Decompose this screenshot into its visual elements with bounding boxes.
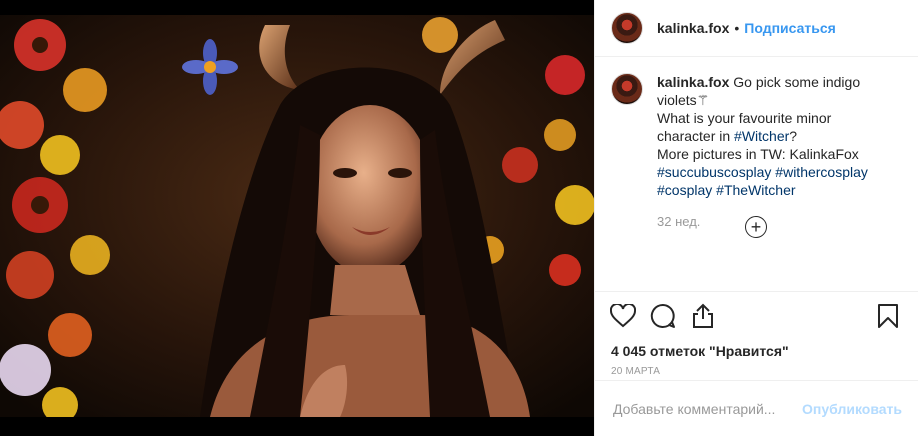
post-header: kalinka.fox • Подписаться bbox=[595, 0, 918, 57]
post-dialog: kalinka.fox • Подписаться kalinka.fox Go… bbox=[0, 0, 918, 436]
hashtag[interactable]: #TheWitcher bbox=[716, 182, 795, 198]
photo-illustration bbox=[0, 15, 594, 417]
heart-icon[interactable] bbox=[609, 302, 637, 330]
hashtag[interactable]: #cosplay bbox=[657, 182, 712, 198]
caption-line3: More pictures in TW: KalinkaFox bbox=[657, 146, 859, 162]
action-bar bbox=[595, 292, 918, 340]
comment-bar: Опубликовать bbox=[595, 380, 918, 436]
publish-button[interactable]: Опубликовать bbox=[802, 401, 902, 417]
bookmark-icon[interactable] bbox=[874, 302, 902, 330]
post-media bbox=[0, 0, 594, 436]
plus-circle-icon[interactable]: + bbox=[745, 216, 767, 238]
hashtag-witcher[interactable]: #Witcher bbox=[734, 128, 789, 144]
caption-line2-suffix: ? bbox=[789, 128, 798, 144]
avatar[interactable] bbox=[611, 12, 643, 44]
comment-icon[interactable] bbox=[649, 302, 677, 330]
header-separator: • bbox=[734, 20, 740, 36]
share-icon[interactable] bbox=[689, 302, 717, 330]
post-sidebar: kalinka.fox • Подписаться kalinka.fox Go… bbox=[594, 0, 918, 436]
caption-area: kalinka.fox Go pick some indigo violets⚚… bbox=[595, 57, 918, 292]
likes-count[interactable]: 4 045 отметок "Нравится" bbox=[595, 340, 918, 362]
follow-button[interactable]: Подписаться bbox=[744, 20, 836, 36]
caption-avatar[interactable] bbox=[611, 73, 643, 105]
caption-username[interactable]: kalinka.fox bbox=[657, 74, 729, 90]
hashtag[interactable]: #succubuscosplay bbox=[657, 164, 771, 180]
comment-input[interactable] bbox=[611, 399, 803, 418]
hashtag[interactable]: #withercosplay bbox=[775, 164, 868, 180]
caption-age[interactable]: 32 нед. bbox=[657, 213, 887, 231]
caption-text: kalinka.fox Go pick some indigo violets⚚… bbox=[657, 73, 887, 291]
post-photo[interactable] bbox=[0, 15, 594, 417]
header-username[interactable]: kalinka.fox bbox=[657, 20, 729, 36]
